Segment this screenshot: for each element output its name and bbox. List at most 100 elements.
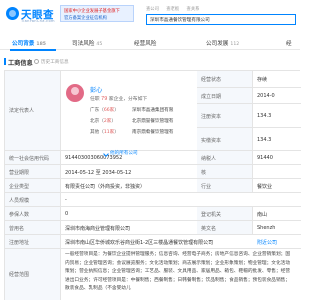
banner-line-2: 官方备案企业征信机构 <box>64 16 107 21</box>
reg-capital-value-cell: 134.3 <box>253 103 301 127</box>
registry-value: 南山 <box>257 212 268 218</box>
insured-value: 0 <box>65 211 69 217</box>
address-label: 注册地址 <box>9 240 30 246</box>
region-count: 66家 <box>103 108 115 113</box>
legal-rep-meta-suffix: 家企业，分布如下 <box>108 97 148 102</box>
tab-operating-risk[interactable]: 经营风险 <box>134 39 156 47</box>
legal-rep-meta-prefix: 任职 <box>90 97 100 102</box>
tab-label: 经 <box>286 41 292 47</box>
tab-label: 公司背景 <box>12 41 35 47</box>
found-date-value-cell: 2014-0 <box>253 87 301 103</box>
tax-id-value: 91440 <box>257 155 273 161</box>
staff-value-cell: - <box>61 193 301 206</box>
active-tab-indicator <box>10 49 56 51</box>
table-row: 注册地址 深圳市南山区华侨城欢乐谷商业街1-2区三楼晶通餐饮管理有限公司 附近公… <box>5 235 301 249</box>
history-label: 历史工商信息 <box>41 60 69 65</box>
approve-label: 核 <box>201 170 207 176</box>
tab-label: 经营风险 <box>134 41 157 47</box>
table-row: 曾用名 深圳市南海商业管理有限公司 英文名 Shenzh <box>5 221 301 235</box>
region-name: 北京 <box>90 119 100 124</box>
table-row: 营业期限 2014-05-12 至 2034-05-12 核 <box>5 165 301 179</box>
all-companies-link[interactable]: 他的所有公司 <box>110 150 138 156</box>
company-type-label-cell: 企业类型 <box>5 179 61 192</box>
reg-capital-label: 注册资本 <box>201 114 222 120</box>
legal-rep-avatar[interactable] <box>66 84 84 102</box>
tab-count: 112 <box>230 42 240 47</box>
region-company-link[interactable]: 深圳市晶通集团有限 <box>132 107 173 113</box>
industry-value: 餐饮业 <box>257 184 273 190</box>
nearby-companies-link[interactable]: 附近公司 <box>257 239 277 246</box>
en-name-label: 英文名 <box>201 226 217 232</box>
former-name-value: 深圳市南海商业管理有限公司 <box>65 226 131 232</box>
industry-label-cell: 行业 <box>197 179 253 192</box>
tianyancha-logo-icon[interactable] <box>6 7 19 20</box>
legal-rep-company-count: 79 <box>101 97 108 102</box>
region-count: 11家 <box>103 130 115 135</box>
address-value-cell: 深圳市南山区华侨城欢乐谷商业街1-2区三楼晶通餐饮管理有限公司 附近公司 <box>61 235 301 248</box>
found-date-value: 2014-0 <box>257 93 275 99</box>
legal-rep-label: 法定代表人 <box>9 108 35 114</box>
en-name-value: Shenzh <box>257 225 276 231</box>
legal-rep-label-cell: 法定代表人 <box>5 71 61 150</box>
legal-rep-region-row: 北京（2家） 北京鼎誉餐饮管理有 <box>90 119 174 124</box>
table-row: 统一社会信用代码 914403003060073952 纳税人 91440 <box>5 151 301 165</box>
business-info-table: 法定代表人 经营状态 存续 成立日期 2014-0 注册资本 134.3 实缴资… <box>4 70 301 300</box>
term-value: 2014-05-12 至 2034-05-12 <box>65 170 132 176</box>
tax-id-value-cell: 91440 <box>253 151 301 164</box>
approve-value-cell <box>253 165 301 178</box>
registry-label-cell: 登记机关 <box>197 207 253 220</box>
region-company-link[interactable]: 南京鼎肴餐饮管理有 <box>132 129 173 135</box>
tab-label: 司法风险 <box>72 41 95 47</box>
tab-bar: 公司背景 185 司法风险 45 经营风险 公司发展 112 经 <box>0 36 300 50</box>
approve-label-cell: 核 <box>197 165 253 178</box>
paid-capital-value-cell: 134.3 <box>253 127 301 150</box>
tab-company-background[interactable]: 公司背景 185 <box>12 39 46 47</box>
table-row: 人员规模 - <box>5 193 301 207</box>
scope-value: 一般经营项目是：为餐饮企业提供管理服务；信息咨询、经营电子商务；房地产信息咨询、… <box>65 252 291 291</box>
history-info-link[interactable]: 历史工商信息 <box>34 59 69 65</box>
paid-capital-value: 134.3 <box>257 137 272 143</box>
scope-value-cell: 一般经营项目是：为餐饮企业提供管理服务；信息咨询、经营电子商务；房地产信息咨询、… <box>65 251 299 300</box>
search-value: 深圳市晶通餐饮管理有限公司 <box>150 18 210 23</box>
en-name-label-cell: 英文名 <box>197 221 253 234</box>
logo-subtitle: TianYanCha.com <box>21 19 55 23</box>
en-name-value-cell: Shenzh <box>253 221 301 234</box>
reg-capital-value: 134.3 <box>257 113 272 119</box>
tab-company-development[interactable]: 公司发展 112 <box>206 39 239 47</box>
table-row: 参保人数 0 登记机关 南山 <box>5 207 301 221</box>
nav-boss[interactable]: 查老板 <box>166 7 179 12</box>
search-input[interactable]: 深圳市晶通餐饮管理有限公司 <box>146 14 296 25</box>
tax-id-label-cell: 纳税人 <box>197 151 253 164</box>
legal-rep-region-row: 广东（66家） 深圳市晶通集团有限 <box>90 108 174 113</box>
promo-banner[interactable]: 国家中小企业发展子基金旗下 官方备案企业征信机构 <box>60 5 134 22</box>
site-header: 天眼查 TianYanCha.com 国家中小企业发展子基金旗下 官方备案企业征… <box>0 0 300 28</box>
status-value-cell: 存续 <box>253 71 301 87</box>
status-label-cell: 经营状态 <box>197 71 253 87</box>
legal-rep-region-row: 其他（11家） 南京鼎肴餐饮管理有 <box>90 130 174 135</box>
term-value-cell: 2014-05-12 至 2034-05-12 <box>61 165 197 178</box>
table-row: 企业类型 有限责任公司（外商投资，非独资） 行业 餐饮业 <box>5 179 301 193</box>
company-type-value: 有限责任公司（外商投资，非独资） <box>65 184 146 190</box>
tab-label: 公司发展 <box>206 41 229 47</box>
reg-capital-label-cell: 注册资本 <box>197 103 253 127</box>
term-label: 营业期限 <box>9 170 30 176</box>
history-clock-icon <box>34 59 39 64</box>
credit-code-label-cell: 统一社会信用代码 <box>5 151 61 164</box>
former-name-value-cell: 深圳市南海商业管理有限公司 <box>61 221 197 234</box>
registry-value-cell: 南山 <box>253 207 301 220</box>
staff-label: 人员规模 <box>9 198 30 204</box>
region-company-link[interactable]: 北京鼎誉餐饮管理有 <box>132 118 173 124</box>
legal-rep-name[interactable]: 彭心 <box>90 85 102 94</box>
status-label: 经营状态 <box>201 77 222 83</box>
industry-value-cell: 餐饮业 <box>253 179 301 192</box>
nav-relation[interactable]: 查关系 <box>187 7 200 12</box>
region-count: 2家 <box>103 119 112 124</box>
region-name: 其他 <box>90 130 100 135</box>
tab-count: 45 <box>96 42 103 47</box>
former-name-label: 曾用名 <box>9 226 25 232</box>
credit-code-label: 统一社会信用代码 <box>9 156 50 162</box>
tab-judicial-risk[interactable]: 司法风险 45 <box>72 39 102 47</box>
tab-operation[interactable]: 经 <box>286 39 292 47</box>
nav-company[interactable]: 查公司 <box>146 7 159 12</box>
insured-label: 参保人数 <box>9 212 30 218</box>
